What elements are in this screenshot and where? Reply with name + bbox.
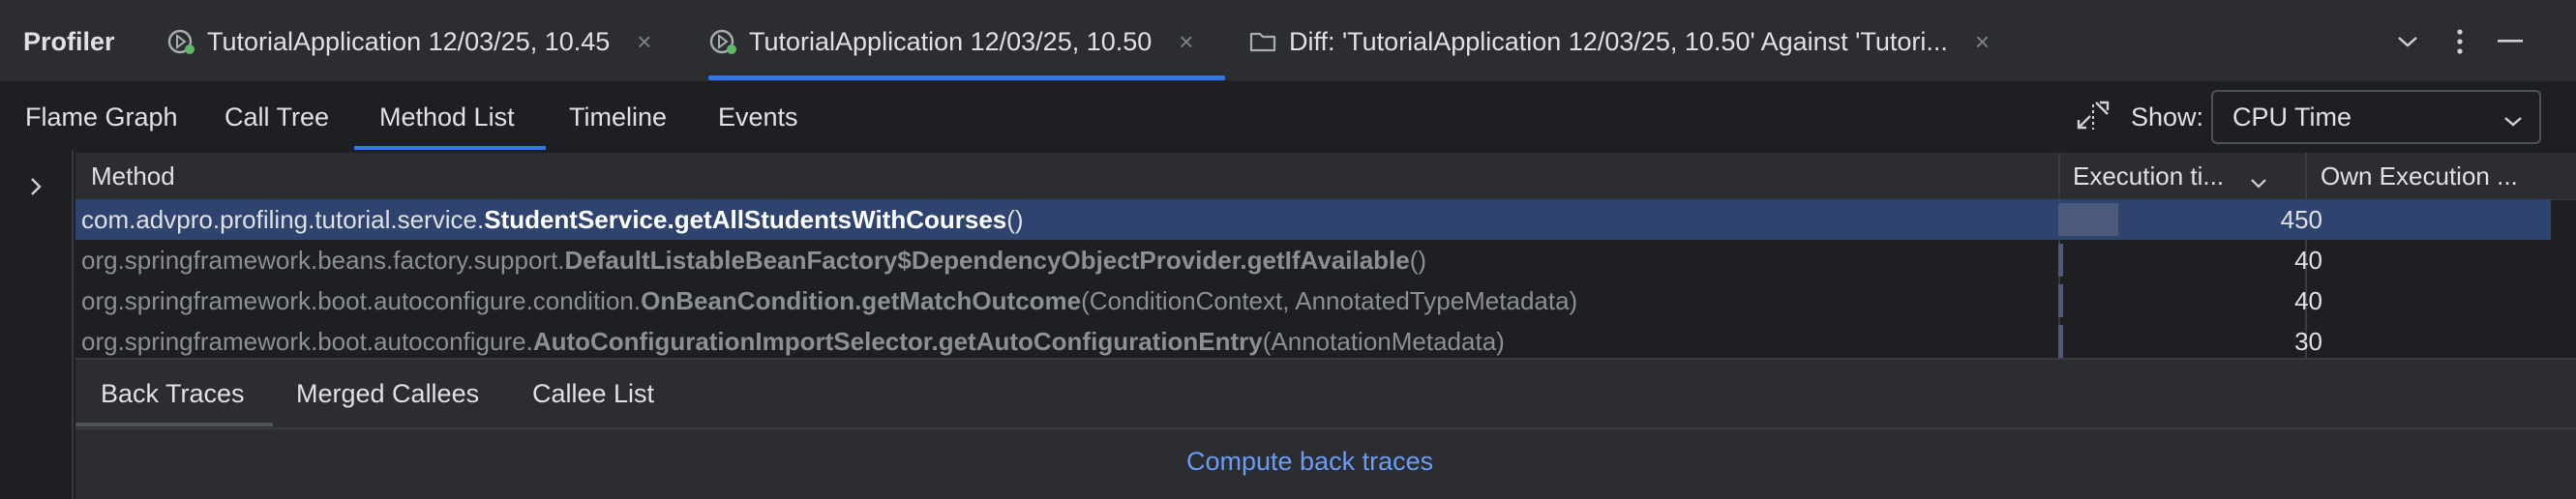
tab-callee-list[interactable]: Callee List xyxy=(532,360,654,427)
cpu-recording-icon xyxy=(166,27,195,56)
active-view-indicator xyxy=(354,146,546,150)
own-execution-cell: 0 xyxy=(2311,280,2576,321)
tab-timeline[interactable]: Timeline xyxy=(569,83,667,151)
method-cell: com.advpro.profiling.tutorial.service.St… xyxy=(81,205,1024,234)
column-header-execution-time[interactable]: Execution ti... xyxy=(2073,153,2247,199)
own-execution-cell: 0 xyxy=(2311,199,2576,240)
compute-back-traces-link[interactable]: Compute back traces xyxy=(1186,437,1433,485)
minimize-icon[interactable] xyxy=(2489,0,2531,83)
folder-icon xyxy=(1248,27,1277,56)
more-options-icon[interactable] xyxy=(2439,0,2481,83)
chevron-down-icon[interactable] xyxy=(2386,0,2429,83)
close-icon[interactable]: × xyxy=(1179,27,1193,57)
compare-arrows-icon[interactable] xyxy=(2075,99,2112,135)
execution-time-cell: 40 xyxy=(2294,286,2322,315)
chevron-down-icon xyxy=(2502,105,2524,135)
execution-time-cell: 30 xyxy=(2294,327,2322,356)
tab-recording-1045[interactable]: TutorialApplication 12/03/25, 10.45 × xyxy=(166,0,651,83)
profiler-title: Profiler xyxy=(23,27,115,56)
tab-diff[interactable]: Diff: 'TutorialApplication 12/03/25, 10.… xyxy=(1248,0,1990,83)
method-cell: org.springframework.boot.autoconfigure.A… xyxy=(81,327,1505,356)
table-row[interactable]: org.springframework.boot.autoconfigure.A… xyxy=(75,321,2551,362)
execution-time-cell: 40 xyxy=(2294,246,2322,275)
left-gutter xyxy=(0,151,74,499)
tab-flame-graph[interactable]: Flame Graph xyxy=(25,83,178,151)
active-tab-indicator xyxy=(708,75,1225,80)
tab-method-list[interactable]: Method List xyxy=(379,83,515,151)
execution-time-cell: 450 xyxy=(2280,205,2322,234)
active-bottom-tab-indicator xyxy=(75,423,273,426)
tab-back-traces[interactable]: Back Traces xyxy=(101,360,245,427)
show-label: Show: xyxy=(2131,103,2204,132)
chevron-right-icon[interactable] xyxy=(25,174,46,195)
close-icon[interactable]: × xyxy=(1975,27,1990,57)
tab-label: Diff: 'TutorialApplication 12/03/25, 10.… xyxy=(1289,26,1948,56)
tab-merged-callees[interactable]: Merged Callees xyxy=(296,360,479,427)
column-header-own-execution[interactable]: Own Execution ... xyxy=(2321,153,2553,199)
own-execution-cell: 0 xyxy=(2311,321,2576,362)
tab-call-tree[interactable]: Call Tree xyxy=(225,83,329,151)
table-row[interactable]: org.springframework.boot.autoconfigure.c… xyxy=(75,280,2551,321)
tab-label: TutorialApplication 12/03/25, 10.45 xyxy=(207,26,611,56)
table-row[interactable]: com.advpro.profiling.tutorial.service.St… xyxy=(75,199,2551,240)
method-cell: org.springframework.beans.factory.suppor… xyxy=(81,246,1427,275)
show-metric-select[interactable]: CPU Time xyxy=(2211,90,2541,144)
method-cell: org.springframework.boot.autoconfigure.c… xyxy=(81,286,1578,315)
close-icon[interactable]: × xyxy=(637,27,651,57)
divider xyxy=(75,427,2576,429)
tab-events[interactable]: Events xyxy=(718,83,798,151)
own-execution-cell: 0 xyxy=(2311,240,2576,280)
table-row[interactable]: org.springframework.beans.factory.suppor… xyxy=(75,240,2551,280)
column-header-method[interactable]: Method xyxy=(91,153,1155,199)
sort-descending-icon xyxy=(2249,167,2270,189)
tab-recording-1050[interactable]: TutorialApplication 12/03/25, 10.50 × xyxy=(708,0,1193,83)
cpu-recording-icon xyxy=(708,27,737,56)
show-metric-value: CPU Time xyxy=(2232,103,2352,132)
tab-label: TutorialApplication 12/03/25, 10.50 xyxy=(749,26,1153,56)
